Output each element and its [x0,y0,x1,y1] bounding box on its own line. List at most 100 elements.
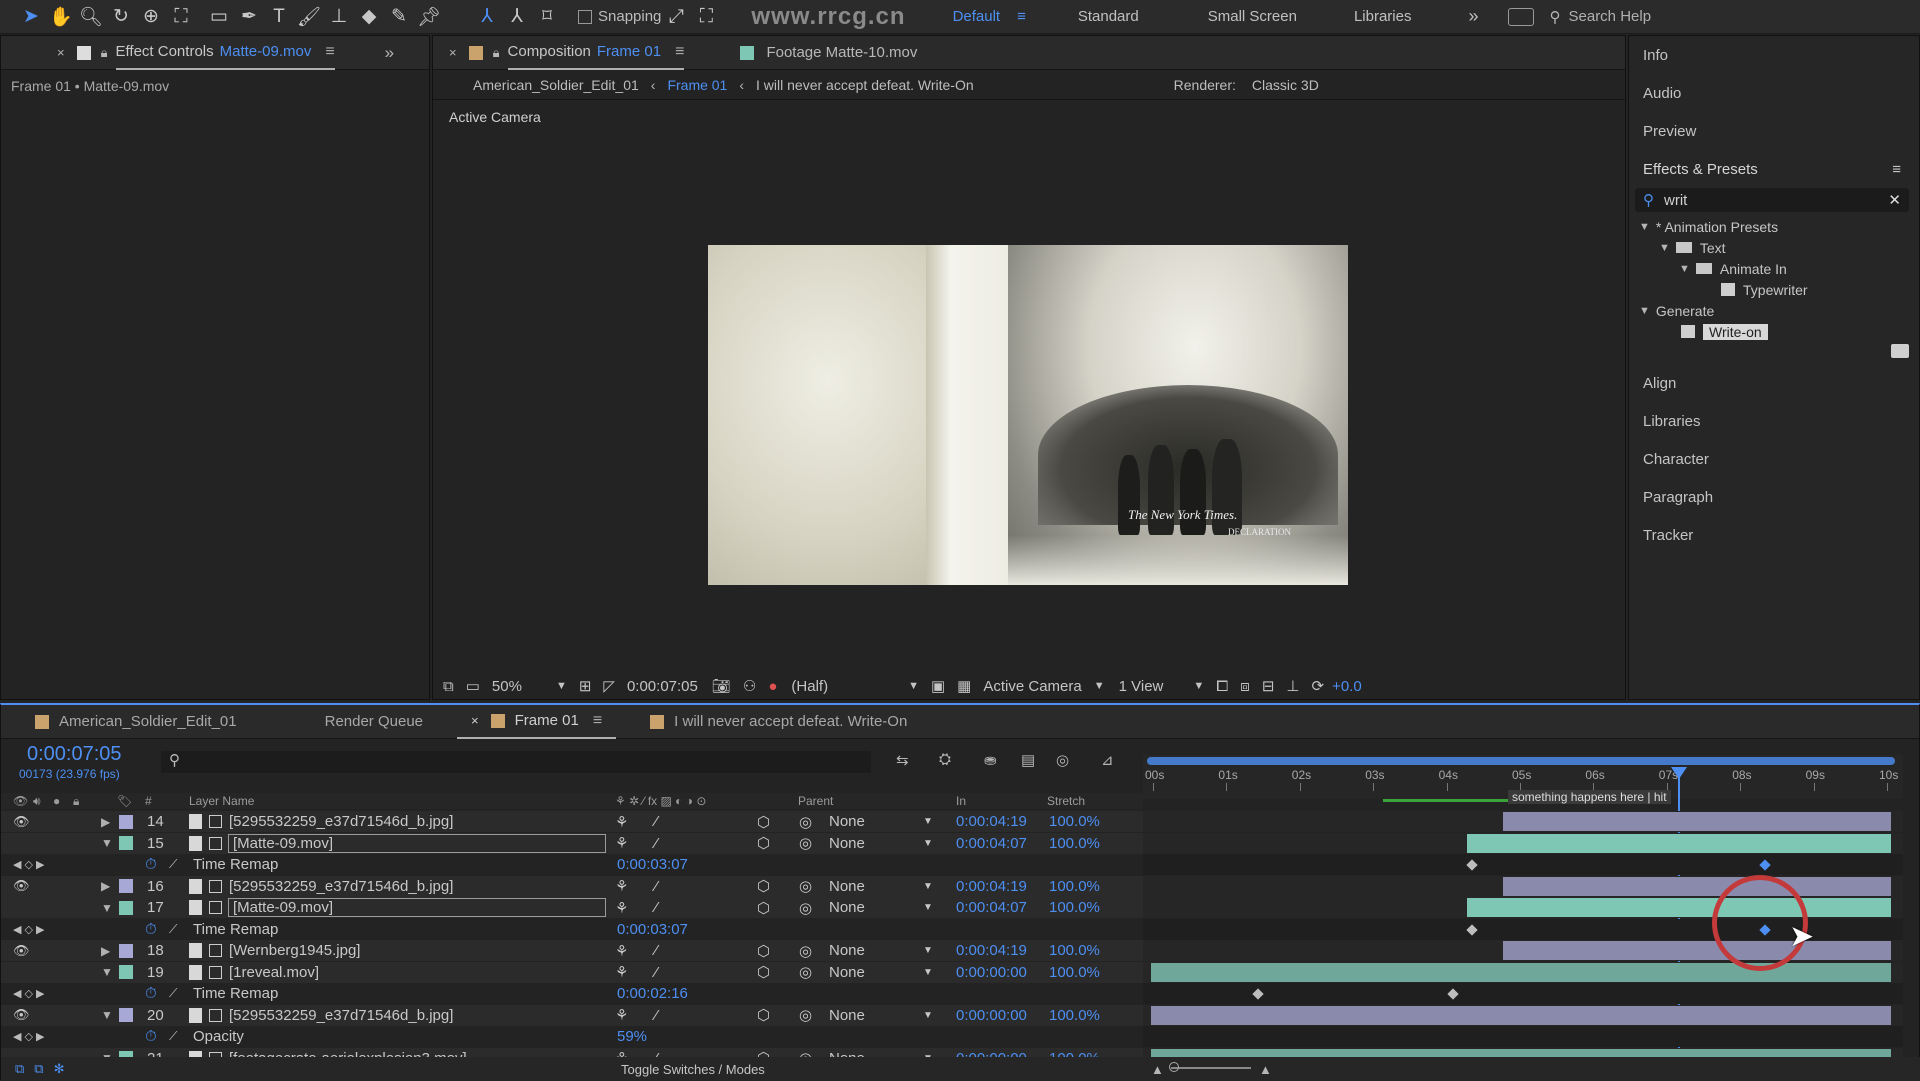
stretch-value[interactable]: 100.0% [1049,899,1100,916]
exposure-value[interactable]: +0.0 [1332,678,1362,695]
3d-layer-switch-icon[interactable]: ⬡ [757,834,770,852]
pickwhip-icon[interactable]: ◎ [799,1006,812,1024]
3d-layer-switch-icon[interactable]: ⬡ [757,1006,770,1024]
eye-icon[interactable]: 👁︎ [13,878,30,894]
panel-item-preview[interactable]: Preview [1629,112,1919,150]
viewer-timecode[interactable]: 0:00:07:05 [627,678,698,695]
close-tab-icon[interactable]: × [57,45,65,60]
panel-item-character[interactable]: Character [1629,440,1919,478]
graph-icon[interactable]: ⟋ [169,986,177,1001]
graph-icon[interactable]: ⟋ [169,857,177,872]
stopwatch-icon[interactable]: ⏱ [145,921,157,938]
parent-select[interactable]: None [829,813,865,830]
time-ruler[interactable]: 00s 01s 02s 03s 04s 05s 06s 07s 08s 09s 10s someth… [1143,755,1903,804]
property-row[interactable]: ◀ ◇ ▶ ⏱ ⟋ Opacity 59% [1,1026,1143,1047]
3d-layer-switch-icon[interactable]: ⬡ [757,877,770,895]
stretch-header[interactable]: Stretch [1047,794,1085,808]
in-point-value[interactable]: 0:00:00:00 [956,964,1027,981]
view-axis-icon[interactable]: ⌑ [532,2,562,32]
marker-label[interactable]: something happens here | hit [1508,790,1671,804]
effects-presets-title[interactable]: Effects & Presets ≡ [1629,150,1919,188]
clone-stamp-icon[interactable]: ⊥ [324,2,354,32]
tab-footage[interactable]: Footage Matte-10.mov [766,44,917,61]
stretch-value[interactable]: 100.0% [1049,878,1100,895]
shy-switch-icon[interactable]: ⚘ [615,963,628,981]
tree-item[interactable]: Typewriter [1629,279,1919,300]
panel-menu-icon[interactable]: ≡ [1892,161,1901,178]
camera-select[interactable]: Active Camera [983,678,1081,695]
lock-icon[interactable]: 🔒︎ [101,45,108,61]
3d-layer-switch-icon[interactable]: ⬡ [757,963,770,981]
hand-tool-icon[interactable]: ✋ [46,2,76,32]
frame-blending-icon[interactable]: ▤ [1021,751,1035,769]
flowchart-icon[interactable]: ⊥ [1286,677,1299,695]
panel-menu-icon[interactable]: ≡ [325,43,334,61]
snapshot-icon[interactable]: 📷︎ [712,677,731,695]
close-tab-icon[interactable]: × [471,713,479,728]
tab-composition[interactable]: Composition Frame 01 ≡ [507,36,685,70]
comp-mini-flowchart-icon[interactable]: ⇆ [896,751,909,769]
transfer-controls-icon[interactable]: ✻ [54,1061,65,1077]
breadcrumb-item[interactable]: American_Soldier_Edit_01 [473,77,639,93]
composition-viewer-image[interactable]: The New York Times. DECLARATION [708,245,1348,585]
table-row[interactable]: 👁︎ ▶ 18 [Wernberg1945.jpg] ⚘ ⁄ ⬡ ◎ None ▼ 0:00:04:… [1,940,1143,961]
keyframe-icon[interactable] [1252,988,1264,1000]
layer-duration-bar[interactable] [1503,941,1891,960]
tree-item[interactable]: ▼ Animate In [1629,258,1919,279]
close-tab-icon[interactable]: × [449,45,457,60]
label-color-swatch[interactable] [119,900,133,915]
label-color-swatch[interactable] [119,814,133,829]
quality-switch-icon[interactable]: ⁄ [655,964,658,981]
panel-item-audio[interactable]: Audio [1629,74,1919,112]
timeline-tab[interactable]: × Frame 01 ≡ [457,705,617,739]
label-color-swatch[interactable] [119,943,133,958]
stopwatch-icon[interactable]: ⏱ [145,1028,157,1045]
effects-search-box[interactable]: ⚲ writ ✕ [1635,188,1909,212]
layer-name[interactable]: [5295532259_e37d71546d_b.jpg] [229,813,453,830]
tab-effect-controls[interactable]: Effect Controls Matte-09.mov ≡ [115,36,335,70]
panel-menu-icon[interactable]: ≡ [675,43,684,61]
layer-name[interactable]: [1reveal.mov] [229,964,319,981]
snap-grid-icon[interactable]: ⛶ [691,2,721,32]
stretch-value[interactable]: 100.0% [1049,1007,1100,1024]
local-axis-icon[interactable]: ⅄ [472,2,502,32]
tree-item[interactable]: ▼ * Animation Presets [1629,216,1919,237]
panel-item-paragraph[interactable]: Paragraph [1629,478,1919,516]
label-color-swatch[interactable] [119,879,133,893]
lock-icon[interactable]: 🔒︎ [493,45,500,61]
label-color-swatch[interactable] [119,836,133,850]
keyframe-icon[interactable] [1759,859,1771,871]
in-point-value[interactable]: 0:00:04:07 [956,899,1027,916]
layer-name[interactable]: [Matte-09.mov] [228,898,606,917]
graph-icon[interactable]: ⟋ [169,1029,177,1044]
sync-settings-icon[interactable] [1507,7,1534,26]
search-help-input[interactable]: Search Help [1569,8,1652,25]
graph-icon[interactable]: ⟋ [169,922,177,937]
property-value[interactable]: 0:00:02:16 [617,985,688,1002]
in-point-value[interactable]: 0:00:04:19 [956,813,1027,830]
playhead-handle-icon[interactable] [1671,767,1687,779]
fit-icon[interactable]: ⊞ [579,677,592,695]
puppet-tool-icon[interactable]: 📌︎ [414,2,444,32]
layer-name-header[interactable]: Layer Name [189,794,254,808]
type-tool-icon[interactable]: T [264,2,294,32]
property-value[interactable]: 0:00:03:07 [617,921,688,938]
keyframe-icon[interactable] [1466,859,1478,871]
table-row[interactable]: ▼ 17 [Matte-09.mov] ⚘ ⁄ ⬡ ◎ None ▼ 0:00:04:07 100.… [1,897,1143,918]
zoom-slider[interactable] [1169,1062,1251,1072]
expand-panels-icon[interactable]: » [385,43,394,63]
shy-switch-icon[interactable]: ⚘ [615,834,628,852]
parent-select[interactable]: None [829,835,865,852]
timeline-tab[interactable]: I will never accept defeat. Write-On [636,705,921,739]
workspace-menu-icon[interactable]: ≡ [1017,8,1026,25]
label-color-swatch[interactable] [119,965,133,979]
stopwatch-icon[interactable]: ⏱ [145,856,157,873]
timeline-tab[interactable]: American_Soldier_Edit_01 [21,705,251,739]
breadcrumb-item[interactable]: I will never accept defeat. Write-On [756,77,974,93]
shy-switch-icon[interactable]: ⚘ [615,877,628,895]
parent-select[interactable]: None [829,942,865,959]
orbit-camera-icon[interactable]: ⊕ [136,2,166,32]
reset-exposure-icon[interactable]: ⟳ [1312,677,1325,695]
panel-item-align[interactable]: Align [1629,364,1919,402]
stopwatch-icon[interactable]: ⏱ [145,985,157,1002]
